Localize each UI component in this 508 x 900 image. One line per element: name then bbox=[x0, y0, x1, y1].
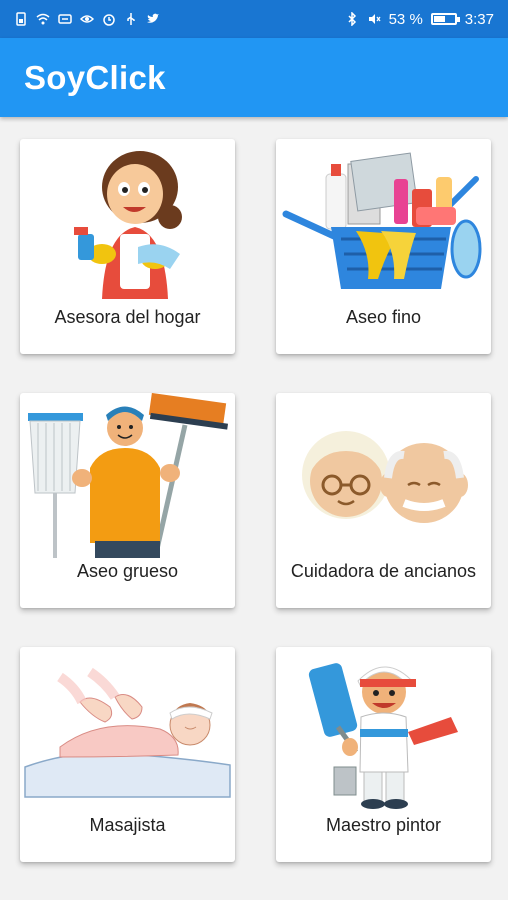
janitor-mop-illustration bbox=[20, 393, 235, 558]
app-title: SoyClick bbox=[24, 58, 166, 96]
service-label: Aseo fino bbox=[345, 307, 422, 327]
service-card-cuidadora-de-ancianos[interactable]: Cuidadora de ancianos bbox=[276, 393, 491, 608]
elderly-couple-illustration bbox=[276, 393, 491, 558]
service-label: Asesora del hogar bbox=[54, 307, 201, 327]
status-left-icons bbox=[14, 12, 160, 26]
status-time: 3:37 bbox=[464, 10, 494, 28]
services-grid: Asesora del hogar Aseo fino Aseo grueso … bbox=[0, 117, 508, 900]
service-label: Cuidadora de ancianos bbox=[290, 561, 477, 581]
service-card-masajista[interactable]: Masajista bbox=[20, 647, 235, 862]
service-label: Aseo grueso bbox=[76, 561, 179, 581]
service-card-maestro-pintor[interactable]: Maestro pintor bbox=[276, 647, 491, 862]
mute-icon bbox=[367, 12, 381, 26]
sim-icon bbox=[14, 12, 28, 26]
battery-percent: 53 % bbox=[388, 10, 423, 28]
housekeeper-illustration bbox=[20, 139, 235, 304]
service-card-asesora-del-hogar[interactable]: Asesora del hogar bbox=[20, 139, 235, 354]
app-bar: SoyClick bbox=[0, 38, 508, 117]
nfc-icon bbox=[58, 12, 72, 26]
service-card-aseo-fino[interactable]: Aseo fino bbox=[276, 139, 491, 354]
battery-icon bbox=[430, 13, 460, 25]
service-label: Masajista bbox=[89, 815, 166, 835]
status-bar: 53 % 3:37 bbox=[0, 0, 508, 38]
bluetooth-icon bbox=[345, 12, 359, 26]
service-card-aseo-grueso[interactable]: Aseo grueso bbox=[20, 393, 235, 608]
service-label: Maestro pintor bbox=[325, 815, 442, 835]
painter-illustration bbox=[276, 647, 491, 812]
cleaning-supplies-illustration bbox=[276, 139, 491, 304]
twitter-icon bbox=[146, 12, 160, 26]
status-right-icons: 53 % 3:37 bbox=[345, 11, 494, 28]
alarm-icon bbox=[102, 12, 116, 26]
massage-illustration bbox=[20, 647, 235, 812]
wifi-icon bbox=[36, 12, 50, 26]
eye-icon bbox=[80, 12, 94, 26]
usb-icon bbox=[124, 12, 138, 26]
